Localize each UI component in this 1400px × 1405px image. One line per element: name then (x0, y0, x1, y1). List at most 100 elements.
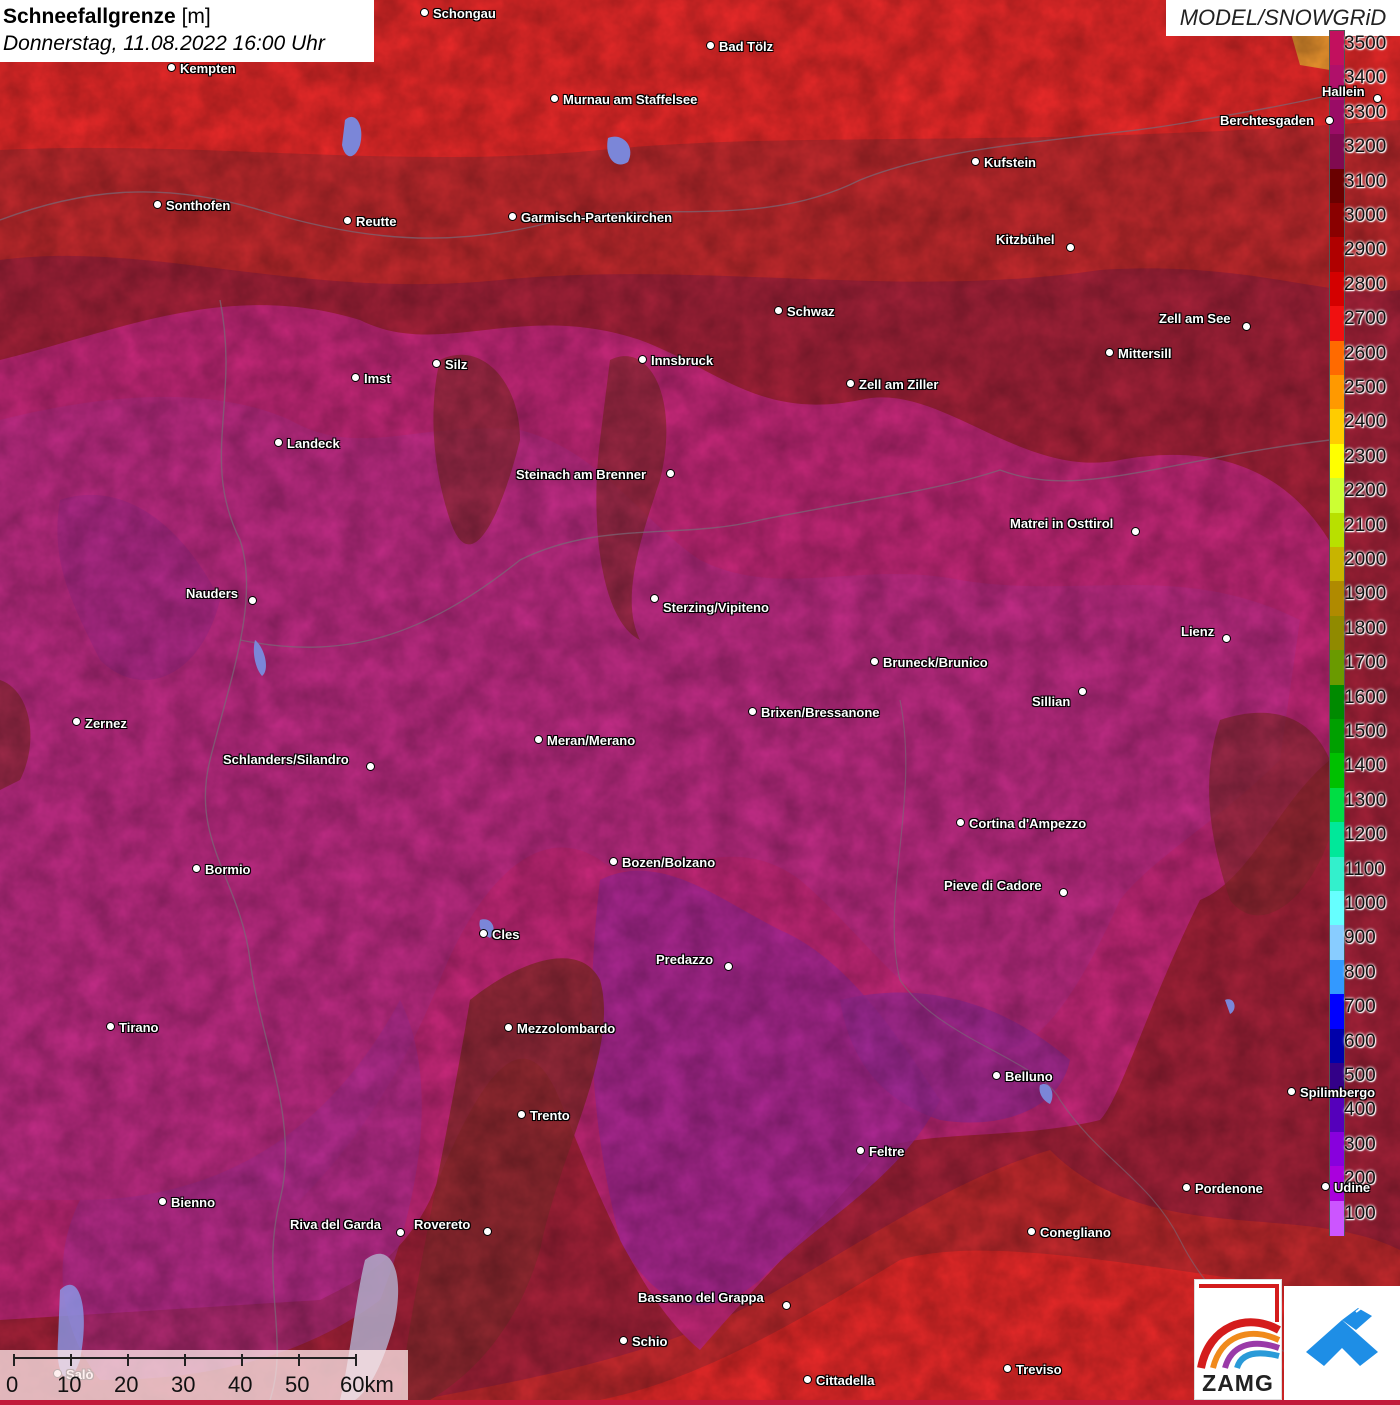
title-box: Schneefallgrenze [m] Donnerstag, 11.08.2… (0, 0, 374, 62)
city-label: Mezzolombardo (517, 1021, 616, 1036)
legend-swatch (1330, 1097, 1344, 1133)
legend-label: 1800 (1344, 617, 1387, 639)
city-label: Imst (364, 371, 391, 386)
scale-label: 40 (228, 1372, 253, 1397)
legend-swatch (1330, 134, 1344, 170)
scale-label: 10 (57, 1372, 82, 1397)
legend-label: 800 (1344, 961, 1376, 983)
legend-label: 3500 (1344, 33, 1387, 54)
legend-swatch (1330, 581, 1344, 617)
city-marker (803, 1375, 812, 1384)
city-label: Brixen/Bressanone (761, 705, 880, 720)
legend-label: 2600 (1344, 342, 1387, 364)
legend-label: 1100 (1344, 858, 1385, 880)
legend-label: 2700 (1344, 308, 1387, 330)
city-label: Predazzo (656, 952, 714, 967)
city-label: Riva del Garda (290, 1217, 382, 1232)
legend-swatch (1330, 615, 1344, 652)
legend-label: 500 (1344, 1065, 1376, 1086)
legend-swatch (1330, 168, 1344, 204)
legend-swatch (1330, 959, 1344, 996)
legend-swatch (1330, 340, 1344, 376)
city-label: Spilimbergo (1300, 1085, 1376, 1100)
model-label: MODEL/SNOWGRiD (1166, 0, 1400, 36)
city-label: Feltre (869, 1144, 905, 1159)
color-legend (1329, 30, 1345, 1236)
city-marker (1131, 527, 1140, 536)
legend-label: 2400 (1344, 411, 1387, 433)
legend-label: 1600 (1344, 686, 1387, 708)
city-label: Bassano del Grappa (638, 1290, 764, 1305)
city-label: Sterzing/Vipiteno (663, 600, 769, 615)
legend-label: 400 (1344, 1099, 1376, 1121)
city-marker (638, 355, 647, 364)
legend-swatch (1330, 822, 1344, 858)
legend-swatch (1330, 203, 1344, 239)
city-label: Udine (1334, 1180, 1371, 1195)
zamg-logo[interactable]: ZAMG (1194, 1279, 1282, 1400)
city-marker (72, 717, 81, 726)
legend-swatch (1330, 271, 1344, 308)
city-marker (1003, 1364, 1012, 1373)
city-marker (1027, 1227, 1036, 1236)
city-marker (666, 469, 675, 478)
legend-label: 300 (1344, 1133, 1376, 1155)
legend-swatch (1330, 719, 1344, 755)
legend-swatch (1330, 994, 1344, 1030)
city-marker (1373, 94, 1382, 103)
city-label: Garmisch-Partenkirchen (521, 210, 673, 225)
city-label: Meran/Merano (547, 733, 636, 748)
scale-label: 0 (6, 1372, 19, 1397)
legend-label: 3100 (1344, 170, 1387, 192)
city-label: Hallein (1322, 84, 1365, 99)
city-label: Innsbruck (651, 353, 714, 368)
city-marker (274, 438, 283, 447)
city-marker (420, 8, 429, 17)
city-label: Lienz (1181, 624, 1215, 639)
city-label: Treviso (1016, 1362, 1062, 1377)
city-label: Pordenone (1195, 1181, 1263, 1196)
legend-swatch (1330, 237, 1344, 273)
city-marker (1287, 1087, 1296, 1096)
city-label: Kempten (180, 61, 236, 76)
city-label: Steinach am Brenner (516, 467, 647, 482)
legend-label: 1500 (1344, 721, 1387, 742)
city-label: Tirano (119, 1020, 159, 1035)
legend-swatch (1330, 925, 1344, 961)
city-label: Schio (632, 1334, 668, 1349)
city-label: Bienno (171, 1195, 216, 1210)
city-marker (856, 1146, 865, 1155)
geosphere-logo[interactable] (1284, 1286, 1400, 1400)
city-marker (1321, 1182, 1330, 1191)
city-marker (351, 373, 360, 382)
legend-label: 1300 (1344, 789, 1387, 811)
city-label: Belluno (1005, 1069, 1053, 1084)
city-label: Mittersill (1118, 346, 1172, 361)
legend-label: 2100 (1344, 514, 1387, 536)
city-marker (153, 200, 162, 209)
city-label: Pieve di Cadore (944, 878, 1042, 893)
legend-label: 1900 (1344, 583, 1387, 605)
geosphere-arrow-icon (1306, 1304, 1378, 1366)
city-marker (432, 359, 441, 368)
city-marker (956, 818, 965, 827)
legend-swatch (1330, 650, 1344, 686)
legend-label: 2000 (1344, 549, 1387, 570)
city-label: Bruneck/Brunico (883, 655, 988, 670)
legend-swatch (1330, 891, 1344, 927)
scale-label: 60km (340, 1372, 394, 1397)
legend-label: 1400 (1344, 755, 1387, 777)
legend-swatch (1330, 1028, 1344, 1064)
city-label: Bozen/Bolzano (622, 855, 716, 870)
city-marker (1182, 1183, 1191, 1192)
city-marker (248, 596, 257, 605)
city-label: Schwaz (787, 304, 835, 319)
legend-swatch (1330, 512, 1344, 548)
map-date: Donnerstag, 11.08.2022 16:00 Uhr (3, 32, 325, 55)
legend-label: 600 (1344, 1030, 1376, 1052)
legend-label: 900 (1344, 927, 1376, 949)
city-label: Kitzbühel (996, 232, 1055, 247)
legend-label: 1000 (1344, 893, 1387, 914)
city-label: Zell am See (1159, 311, 1231, 326)
zamg-logo-text: ZAMG (1202, 1370, 1274, 1396)
